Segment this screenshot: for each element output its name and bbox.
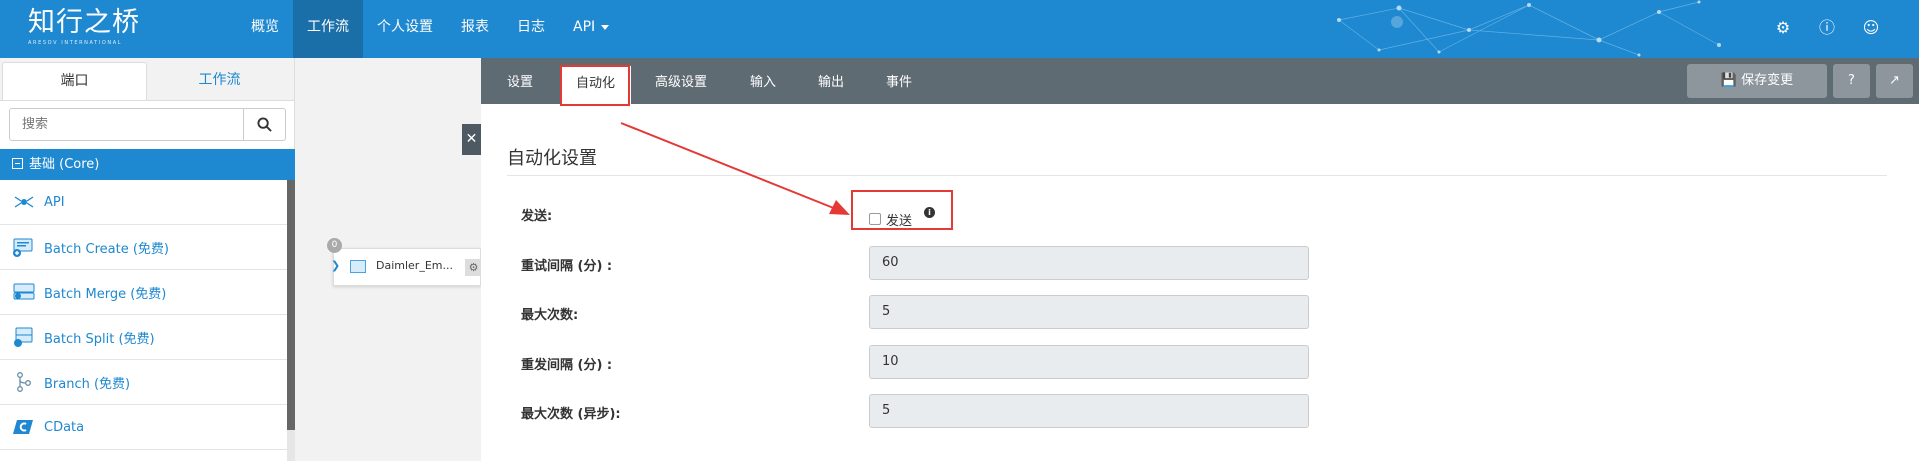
search-input[interactable]	[9, 108, 244, 141]
highlight-box-automation-tab	[560, 65, 630, 106]
resend-interval-label: 重发间隔 (分) :	[521, 358, 613, 373]
batch-merge-icon	[12, 280, 36, 304]
node-label: Daimler_Em...	[376, 259, 453, 272]
nav-item-profile[interactable]: 个人设置	[363, 0, 447, 58]
node-badge: 0	[327, 238, 342, 253]
branch-icon	[12, 370, 36, 394]
app-logo[interactable]: 知行之桥 ARESOV INTERNATIONAL	[28, 7, 140, 47]
retry-interval-label: 重试间隔 (分) :	[521, 259, 613, 274]
node-gear-icon[interactable]: ⚙	[465, 259, 482, 276]
section-title: 自动化设置	[507, 148, 597, 169]
workflow-node[interactable]: Daimler_Em... ⚙	[333, 248, 482, 286]
nav-item-workflow[interactable]: 工作流	[293, 0, 363, 58]
save-changes-button[interactable]: 💾 保存变更	[1687, 64, 1827, 98]
save-icon: 💾	[1720, 73, 1738, 88]
chevron-down-icon	[601, 24, 610, 30]
tab-events[interactable]: 事件	[886, 58, 912, 104]
top-icons: ⚙ ⓘ ☺	[1773, 18, 1881, 38]
category-label: 基础 (Core)	[29, 157, 100, 172]
connector-label: API	[44, 194, 65, 210]
category-core[interactable]: 基础 (Core)	[0, 149, 295, 180]
connector-item-api[interactable]: API	[0, 180, 287, 225]
collapse-icon	[12, 158, 23, 169]
connector-label: Batch Create (免费)	[44, 241, 169, 257]
tab-output[interactable]: 输出	[818, 58, 844, 104]
connector-list: API Batch Create (免费) Batch Merge (免费) B…	[0, 180, 287, 450]
settings-panel: 设置 自动化 高级设置 输入 输出 事件 💾 保存变更 ? ↗ 自动化设置 发送…	[481, 58, 1919, 461]
logo-subtext: ARESOV INTERNATIONAL	[28, 40, 123, 46]
connector-scrollbar[interactable]	[287, 180, 295, 461]
settings-tabs: 设置 自动化 高级设置 输入 输出 事件 💾 保存变更 ? ↗	[481, 58, 1919, 104]
nav-item-overview[interactable]: 概览	[237, 0, 293, 58]
gear-icon[interactable]: ⚙	[1773, 18, 1793, 38]
connector-label: Batch Merge (免费)	[44, 286, 167, 302]
batch-split-icon	[12, 325, 36, 349]
user-icon[interactable]: ☺	[1861, 18, 1881, 38]
close-icon: ✕	[465, 131, 478, 147]
section-divider	[507, 175, 1887, 176]
tab-workflows[interactable]: 工作流	[147, 62, 292, 100]
nav-item-logs[interactable]: 日志	[503, 0, 559, 58]
connector-item-batch-merge[interactable]: Batch Merge (免费)	[0, 270, 287, 315]
connector-node-icon	[350, 260, 366, 273]
connector-panel: 端口 工作流 基础 (Core) API Batch Create (免费) B	[0, 58, 295, 461]
nav-item-reports[interactable]: 报表	[447, 0, 503, 58]
network-decoration	[1337, 0, 1721, 57]
node-input-arrow-icon: ❯	[331, 259, 341, 272]
left-tabs: 端口 工作流	[0, 58, 294, 100]
search-button[interactable]	[244, 108, 286, 141]
cdata-icon	[12, 415, 36, 439]
tab-input[interactable]: 输入	[750, 58, 776, 104]
max-attempts-label: 最大次数:	[521, 308, 579, 323]
main-nav: 概览 工作流 个人设置 报表 日志 API	[237, 0, 623, 58]
api-icon	[12, 190, 36, 214]
max-async-attempts-field[interactable]: 5	[869, 394, 1309, 428]
nav-item-api[interactable]: API	[559, 0, 623, 58]
save-label: 保存变更	[1741, 73, 1794, 88]
connector-item-batch-create[interactable]: Batch Create (免费)	[0, 225, 287, 270]
batch-create-icon	[12, 235, 36, 259]
help-button[interactable]: ?	[1833, 64, 1870, 98]
open-external-button[interactable]: ↗	[1876, 64, 1913, 98]
connector-label: Batch Split (免费)	[44, 331, 155, 347]
scrollbar-thumb[interactable]	[287, 180, 295, 430]
search-icon	[257, 117, 272, 132]
max-async-attempts-label: 最大次数 (异步):	[521, 407, 621, 422]
connector-item-branch[interactable]: Branch (免费)	[0, 360, 287, 405]
top-navbar: 知行之桥 ARESOV INTERNATIONAL 概览 工作流 个人设置 报表…	[0, 0, 1919, 58]
tab-settings[interactable]: 设置	[507, 58, 533, 104]
search-bar	[0, 100, 294, 150]
close-panel-button[interactable]: ✕	[462, 124, 481, 155]
question-icon: ?	[1848, 73, 1855, 88]
retry-interval-field[interactable]: 60	[869, 246, 1309, 280]
logo-text: 知行之桥	[28, 7, 140, 38]
highlight-box-send	[851, 190, 953, 230]
help-icon[interactable]: ⓘ	[1817, 18, 1837, 38]
connector-label: Branch (免费)	[44, 376, 131, 392]
connector-item-batch-split[interactable]: Batch Split (免费)	[0, 315, 287, 360]
external-link-icon: ↗	[1889, 73, 1900, 88]
connector-item-cdata[interactable]: CData	[0, 405, 287, 450]
resend-interval-field[interactable]: 10	[869, 345, 1309, 379]
max-attempts-field[interactable]: 5	[869, 295, 1309, 329]
nav-api-label: API	[573, 19, 596, 35]
tab-advanced[interactable]: 高级设置	[655, 58, 707, 104]
tab-ports[interactable]: 端口	[2, 62, 147, 100]
connector-label: CData	[44, 419, 85, 435]
send-label: 发送:	[521, 209, 553, 224]
